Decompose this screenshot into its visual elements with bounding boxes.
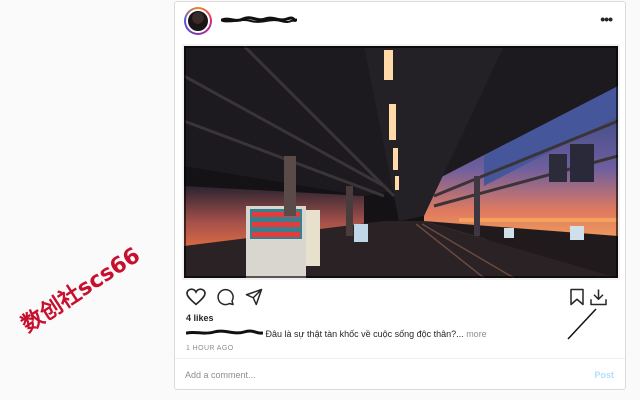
post-comment-button[interactable]: Post xyxy=(594,370,614,380)
share-icon[interactable] xyxy=(245,288,263,306)
page: xxxxxxnguyen18 ••• xyxy=(0,0,640,400)
post-image[interactable] xyxy=(182,44,620,280)
caption-more-link[interactable]: more xyxy=(466,329,487,339)
post-timestamp[interactable]: 1 HOUR AGO xyxy=(186,345,234,352)
heart-icon[interactable] xyxy=(186,288,206,306)
caption-text: Đâu là sự thật tàn khốc về cuộc sống độc… xyxy=(265,329,464,339)
caption-username[interactable] xyxy=(186,328,263,337)
likes-count[interactable]: 4 likes xyxy=(186,313,214,323)
train-station-photo xyxy=(184,46,618,278)
avatar-image xyxy=(186,9,210,33)
comment-icon[interactable] xyxy=(216,288,235,306)
post-card: xxxxxxnguyen18 ••• xyxy=(174,1,626,390)
post-actions xyxy=(175,288,625,310)
caption-username-redaction xyxy=(186,329,263,335)
annotation-stroke xyxy=(567,308,597,340)
post-caption: Đâu là sự thật tàn khốc về cuộc sống độc… xyxy=(186,328,487,339)
more-horizontal-icon[interactable]: ••• xyxy=(600,11,613,27)
username-redaction xyxy=(221,16,297,23)
post-header: xxxxxxnguyen18 ••• xyxy=(175,2,625,40)
comment-bar: Post xyxy=(175,358,625,391)
comment-input[interactable] xyxy=(185,367,565,383)
avatar[interactable] xyxy=(184,7,212,35)
bookmark-icon[interactable] xyxy=(569,288,585,306)
watermark: 数创社scs66 xyxy=(17,243,145,338)
download-icon[interactable] xyxy=(589,288,608,306)
